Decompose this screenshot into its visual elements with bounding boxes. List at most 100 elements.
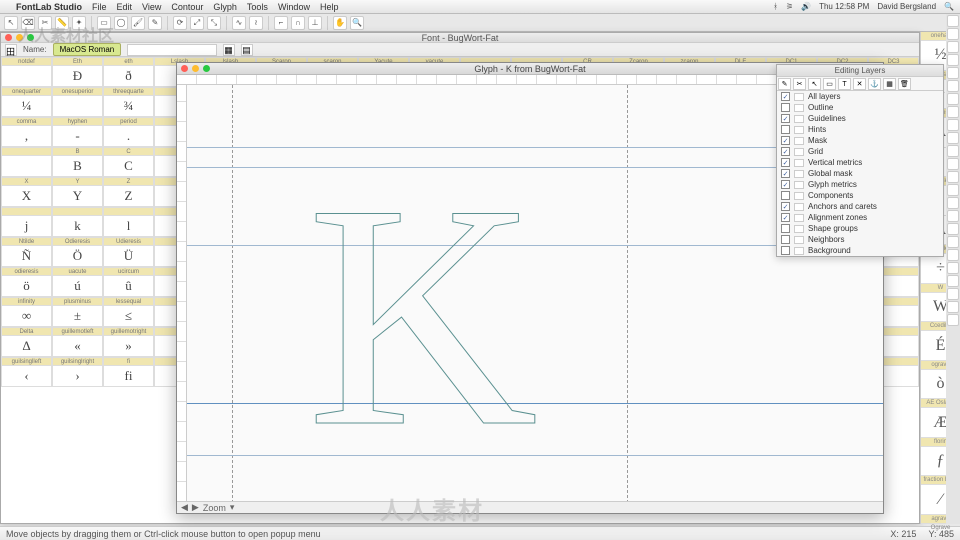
wifi-icon[interactable]: ⚞ — [786, 2, 793, 11]
tool-pen-icon[interactable]: ✎ — [148, 16, 162, 30]
layer-swatch[interactable] — [794, 214, 804, 222]
layer-checkbox[interactable] — [781, 224, 790, 233]
tool-skew-icon[interactable]: ⤡ — [207, 16, 221, 30]
layer-swatch[interactable] — [794, 170, 804, 178]
glyph-cell[interactable]: l — [103, 207, 154, 237]
glyph-cell[interactable]: comma, — [1, 117, 52, 147]
glyph-cell[interactable]: infinity∞ — [1, 297, 52, 327]
glyph-cell[interactable] — [1, 147, 52, 177]
glyph-cell[interactable]: notdef — [1, 57, 52, 87]
strip-icon[interactable] — [947, 275, 959, 287]
glyph-cell[interactable]: guillemotleft« — [52, 327, 103, 357]
strip-icon[interactable] — [947, 119, 959, 131]
tool-smooth-icon[interactable]: ∩ — [291, 16, 305, 30]
layer-checkbox[interactable]: ✓ — [781, 136, 790, 145]
layer-row[interactable]: ✓All layers — [777, 91, 943, 102]
menu-window[interactable]: Window — [278, 2, 310, 12]
layer-row[interactable]: ✓Guidelines — [777, 113, 943, 124]
layer-swatch[interactable] — [794, 203, 804, 211]
layer-checkbox[interactable] — [781, 125, 790, 134]
tool-vcurve-icon[interactable]: ≀ — [249, 16, 263, 30]
volume-icon[interactable]: 🔊 — [801, 2, 811, 11]
strip-icon[interactable] — [947, 145, 959, 157]
layer-row[interactable]: ✓Mask — [777, 135, 943, 146]
layer-cut-icon[interactable]: ✂ — [793, 78, 806, 90]
strip-icon[interactable] — [947, 80, 959, 92]
strip-icon[interactable] — [947, 54, 959, 66]
close-icon[interactable] — [5, 34, 12, 41]
strip-icon[interactable] — [947, 223, 959, 235]
glyph-cell[interactable]: uacuteú — [52, 267, 103, 297]
layer-checkbox[interactable] — [781, 191, 790, 200]
glyph-cell[interactable]: YY — [52, 177, 103, 207]
tool-brush-icon[interactable]: 🖌 — [131, 16, 145, 30]
layer-checkbox[interactable] — [781, 235, 790, 244]
layer-row[interactable]: ✓Glyph metrics — [777, 179, 943, 190]
strip-icon[interactable] — [947, 236, 959, 248]
prev-glyph-icon[interactable]: ◀ — [181, 502, 188, 513]
glyph-cell[interactable]: BB — [52, 147, 103, 177]
tool-hcurve-icon[interactable]: ∿ — [232, 16, 246, 30]
menu-glyph[interactable]: Glyph — [213, 2, 237, 12]
tool-tangent-icon[interactable]: ⊥ — [308, 16, 322, 30]
layer-row[interactable]: Hints — [777, 124, 943, 135]
view-icon[interactable]: ▤ — [241, 44, 253, 56]
glyph-outline[interactable]: K — [307, 171, 577, 461]
glyph-cell[interactable]: ethð — [103, 57, 154, 87]
tool-scale-icon[interactable]: ⤢ — [190, 16, 204, 30]
menu-view[interactable]: View — [142, 2, 161, 12]
layer-swatch[interactable] — [794, 115, 804, 123]
glyph-cell[interactable]: DeltaΔ — [1, 327, 52, 357]
layer-swatch[interactable] — [794, 93, 804, 101]
bluetooth-icon[interactable]: ᚼ — [773, 2, 778, 11]
glyph-cell[interactable]: onesuperior — [52, 87, 103, 117]
clock[interactable]: Thu 12:58 PM — [819, 2, 869, 11]
menu-tools[interactable]: Tools — [247, 2, 268, 12]
layer-row[interactable]: Background — [777, 245, 943, 256]
glyph-cell[interactable]: hyphen- — [52, 117, 103, 147]
zoom-icon[interactable] — [203, 65, 210, 72]
layer-swatch[interactable] — [794, 192, 804, 200]
strip-icon[interactable] — [947, 249, 959, 261]
layer-layers-icon[interactable]: ▦ — [883, 78, 896, 90]
layer-trash-icon[interactable]: 🗑 — [898, 78, 911, 90]
layer-row[interactable]: ✓Global mask — [777, 168, 943, 179]
layer-anchor-icon[interactable]: ⚓ — [868, 78, 881, 90]
layer-swatch[interactable] — [794, 236, 804, 244]
layer-swatch[interactable] — [794, 159, 804, 167]
glyph-cell[interactable]: EthÐ — [52, 57, 103, 87]
close-icon[interactable] — [181, 65, 188, 72]
menu-file[interactable]: File — [92, 2, 107, 12]
layer-checkbox[interactable]: ✓ — [781, 180, 790, 189]
encoding-icon[interactable]: 田 — [5, 44, 17, 56]
layer-checkbox[interactable]: ✓ — [781, 92, 790, 101]
layer-row[interactable]: ✓Grid — [777, 146, 943, 157]
strip-icon[interactable] — [947, 171, 959, 183]
menu-contour[interactable]: Contour — [171, 2, 203, 12]
spotlight-icon[interactable]: 🔍 — [944, 2, 954, 11]
layer-row[interactable]: Neighbors — [777, 234, 943, 245]
editing-layers-panel[interactable]: Editing Layers ✎ ✂ ↖ ▭ T ✕ ⚓ ▦ 🗑 ✓All la… — [776, 64, 944, 257]
strip-icon[interactable] — [947, 106, 959, 118]
glyph-cell[interactable]: ucircumû — [103, 267, 154, 297]
glyph-cell[interactable]: guilsinglleft‹ — [1, 357, 52, 387]
user-name[interactable]: David Bergsland — [877, 2, 936, 11]
glyph-cell[interactable]: onequarter¼ — [1, 87, 52, 117]
app-menu[interactable]: FontLab Studio — [16, 2, 82, 12]
zoom-dropdown-icon[interactable]: ▾ — [230, 502, 235, 513]
layer-t-icon[interactable]: T — [838, 78, 851, 90]
strip-icon[interactable] — [947, 132, 959, 144]
layer-row[interactable]: Outline — [777, 102, 943, 113]
layer-checkbox[interactable]: ✓ — [781, 202, 790, 211]
strip-icon[interactable] — [947, 15, 959, 27]
glyph-cell[interactable]: j — [1, 207, 52, 237]
glyph-cell[interactable]: guilsinglright› — [52, 357, 103, 387]
strip-icon[interactable] — [947, 41, 959, 53]
strip-icon[interactable] — [947, 210, 959, 222]
menu-help[interactable]: Help — [320, 2, 339, 12]
layer-row[interactable]: ✓Vertical metrics — [777, 157, 943, 168]
strip-icon[interactable] — [947, 28, 959, 40]
glyph-cell[interactable]: XX — [1, 177, 52, 207]
strip-icon[interactable] — [947, 197, 959, 209]
layer-swatch[interactable] — [794, 137, 804, 145]
